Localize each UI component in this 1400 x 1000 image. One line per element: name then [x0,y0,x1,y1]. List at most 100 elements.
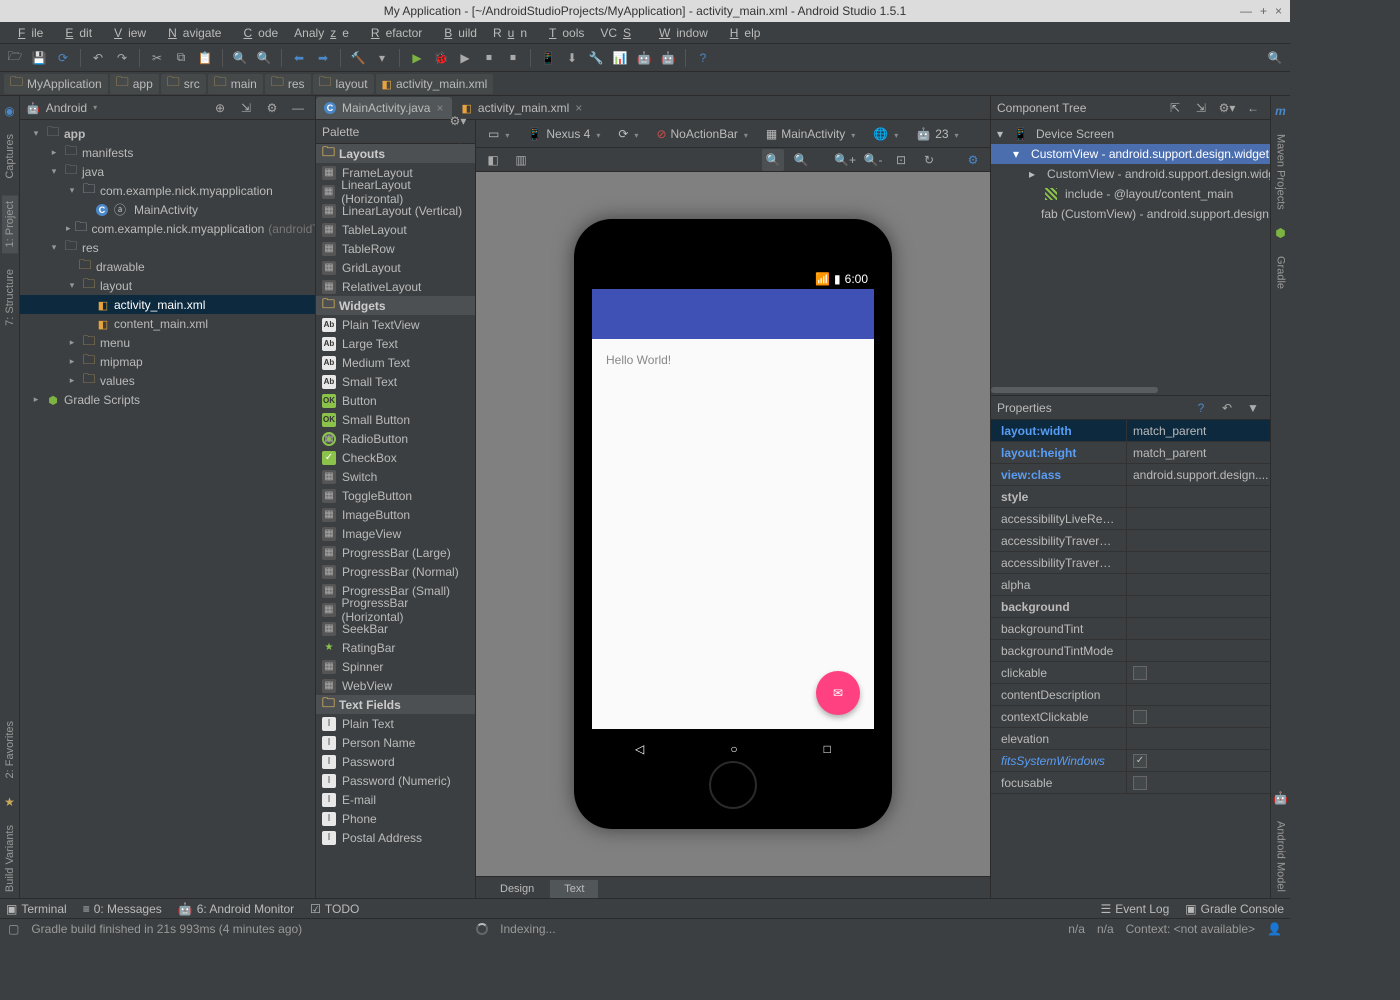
menu-file[interactable]: File [6,24,49,42]
search-everywhere-icon[interactable]: 🔍 [1264,47,1286,69]
property-row[interactable]: layout:heightmatch_parent [991,442,1270,464]
design-tab[interactable]: Design [486,880,548,898]
gradle-tab-icon[interactable]: ⬢ [1275,226,1285,240]
tree-activity-main[interactable]: activity_main.xml [20,295,315,314]
property-row[interactable]: clickable [991,662,1270,684]
toolwindow-toggle-icon[interactable]: ▢ [8,922,19,936]
palette-item[interactable]: IPassword [316,752,475,771]
zoom-out-icon[interactable]: 🔍- [862,149,884,171]
tree-menu[interactable]: ▸menu [20,333,315,352]
menu-tools[interactable]: Tools [537,24,590,42]
cut-icon[interactable]: ✂ [146,47,168,69]
collapse-icon[interactable]: ⇲ [235,97,257,119]
tree-values[interactable]: ▸values [20,371,315,390]
gear-icon[interactable]: ⚙ [261,97,283,119]
palette-item[interactable]: IPhone [316,809,475,828]
crumb-file[interactable]: activity_main.xml [376,74,494,94]
fab-button[interactable]: ✉ [816,671,860,715]
activity-dropdown[interactable]: ▦MainActivity [760,125,861,143]
close-tab-icon[interactable]: × [436,101,443,115]
android2-icon[interactable]: 🤖 [657,47,679,69]
menu-navigate[interactable]: Navigate [156,24,227,42]
favorites-tab[interactable]: 2: Favorites [2,715,18,784]
component-tree-item[interactable]: fab (CustomView) - android.support.desig… [991,204,1270,224]
checkbox[interactable] [1133,776,1147,790]
api-dropdown[interactable]: 🤖23 [910,125,964,143]
ddms-icon[interactable]: 🔧 [585,47,607,69]
close-icon[interactable]: × [1275,4,1282,18]
replace-icon[interactable]: 🔍 [253,47,275,69]
find-icon[interactable]: 🔍 [229,47,251,69]
menu-code[interactable]: Code [231,24,284,42]
menu-window[interactable]: Window [647,24,714,42]
component-tree-scrollbar[interactable] [991,385,1270,395]
zoom-actual-icon[interactable]: 🔍 [762,149,784,171]
tree-mipmap[interactable]: ▸mipmap [20,352,315,371]
tree-mainactivity[interactable]: CⓐMainActivity [20,200,315,219]
checkbox[interactable] [1133,710,1147,724]
palette-item[interactable]: ▦RelativeLayout [316,277,475,296]
palette-item[interactable]: IPlain Text [316,714,475,733]
property-row[interactable]: background [991,596,1270,618]
palette-left-icon[interactable]: ◧ [482,149,504,171]
palette-item[interactable]: ▦ToggleButton [316,486,475,505]
palette-item[interactable]: ▦LinearLayout (Horizontal) [316,182,475,201]
property-row[interactable]: contentDescription [991,684,1270,706]
palette-settings-icon[interactable]: ⚙▾ [447,110,469,132]
palette-item[interactable]: ▦Switch [316,467,475,486]
prop-restore-icon[interactable]: ↶ [1216,397,1238,419]
zoom-in-icon[interactable]: 🔍+ [834,149,856,171]
palette-item[interactable]: ▦TableRow [316,239,475,258]
property-row[interactable]: elevation [991,728,1270,750]
checkbox[interactable] [1133,754,1147,768]
expand-all-icon[interactable]: ⇱ [1164,97,1186,119]
palette-item[interactable]: ▦ProgressBar (Large) [316,543,475,562]
hide-icon[interactable]: — [287,97,309,119]
palette-item[interactable]: IPassword (Numeric) [316,771,475,790]
palette-item[interactable]: ▦ProgressBar (Horizontal) [316,600,475,619]
tree-manifests[interactable]: ▸manifests [20,143,315,162]
menu-vcs[interactable]: VCS [594,24,643,42]
android-monitor-tab[interactable]: 🤖6: Android Monitor [178,902,294,916]
text-tab[interactable]: Text [550,880,598,898]
palette-item[interactable]: IE-mail [316,790,475,809]
component-tree-item[interactable]: ▾📱Device Screen [991,124,1270,144]
run-icon[interactable]: ▶ [406,47,428,69]
tree-pkg2[interactable]: ▸com.example.nick.myapplication (android… [20,219,315,238]
menu-edit[interactable]: Edit [53,24,98,42]
locale-dropdown[interactable]: 🌐 [867,125,904,143]
tree-gear-icon[interactable]: ⚙▾ [1216,97,1238,119]
project-tab[interactable]: 1: Project [2,195,18,253]
captures-tab-icon[interactable]: ◉ [4,104,14,118]
property-row[interactable]: alpha [991,574,1270,596]
checkbox[interactable] [1133,666,1147,680]
minimize-icon[interactable]: — [1240,4,1252,18]
undo-icon[interactable]: ↶ [87,47,109,69]
render-mode-dropdown[interactable]: ▭ [482,125,515,143]
help-icon[interactable]: ? [692,47,714,69]
tree-pkg1[interactable]: ▾com.example.nick.myapplication [20,181,315,200]
tree-gradle[interactable]: ▸Gradle Scripts [20,390,315,409]
config-dropdown-icon[interactable]: ▾ [371,47,393,69]
palette-item[interactable]: AbPlain TextView [316,315,475,334]
stop-icon[interactable]: ⏹ [502,47,524,69]
crumb-res[interactable]: res [265,74,311,94]
palette-category[interactable]: Layouts [316,144,475,163]
property-row[interactable]: backgroundTintMode [991,640,1270,662]
tree-res[interactable]: ▾res [20,238,315,257]
debug-icon[interactable]: 🐞 [430,47,452,69]
orientation-dropdown[interactable]: ⟳ [612,125,644,143]
structure-tab[interactable]: 7: Structure [2,263,18,332]
tree-content-main[interactable]: content_main.xml [20,314,315,333]
make-icon[interactable]: 🔨 [347,47,369,69]
run2-icon[interactable]: ▶ [454,47,476,69]
preview-settings-icon[interactable]: ⚙ [962,149,984,171]
palette-item[interactable]: IPostal Address [316,828,475,847]
close-tab-icon[interactable]: × [575,101,582,115]
sdk-icon[interactable]: ⬇ [561,47,583,69]
attach-icon[interactable]: ⏹ [478,47,500,69]
messages-tab[interactable]: ≡0: Messages [83,902,162,916]
paste-icon[interactable]: 📋 [194,47,216,69]
favorites-icon[interactable]: ★ [4,795,15,809]
palette-item[interactable]: ▦LinearLayout (Vertical) [316,201,475,220]
